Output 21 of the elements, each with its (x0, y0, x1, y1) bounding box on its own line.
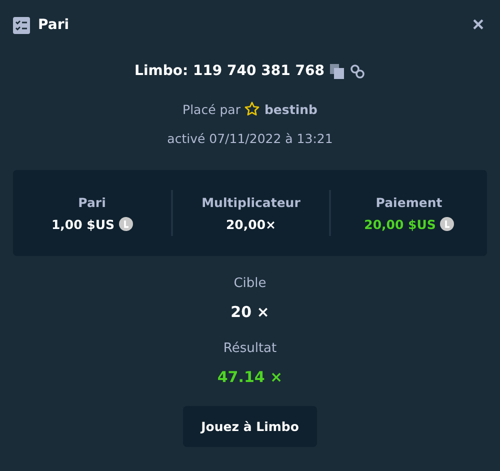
link-icon[interactable] (350, 64, 366, 78)
stat-value: 1,00 $US (51, 216, 115, 232)
placed-by-label: Placé par (182, 102, 240, 116)
play-button[interactable]: Jouez à Limbo (183, 406, 317, 447)
stat-label: Multiplicateur (202, 194, 300, 210)
checklist-icon (13, 16, 30, 34)
result-value: 47.14 × (217, 368, 283, 386)
copy-icon[interactable] (330, 64, 344, 78)
stat-label: Pari (78, 194, 106, 210)
modal-title: Pari (38, 17, 70, 33)
result-label: Résultat (223, 341, 277, 356)
activated-date: activé 07/11/2022 à 13:21 (167, 131, 333, 146)
stat-value: 20,00 $US (364, 216, 436, 232)
star-icon (244, 101, 260, 117)
stat-label: Paiement (376, 194, 442, 210)
close-button[interactable]: × (472, 15, 484, 35)
stat-value: 20,00× (226, 216, 276, 232)
result-label: Cible (234, 276, 266, 291)
bet-id: Limbo: 119 740 381 768 (134, 63, 324, 79)
result-value: 20 × (230, 303, 270, 321)
username-link[interactable]: bestinb (264, 102, 318, 116)
